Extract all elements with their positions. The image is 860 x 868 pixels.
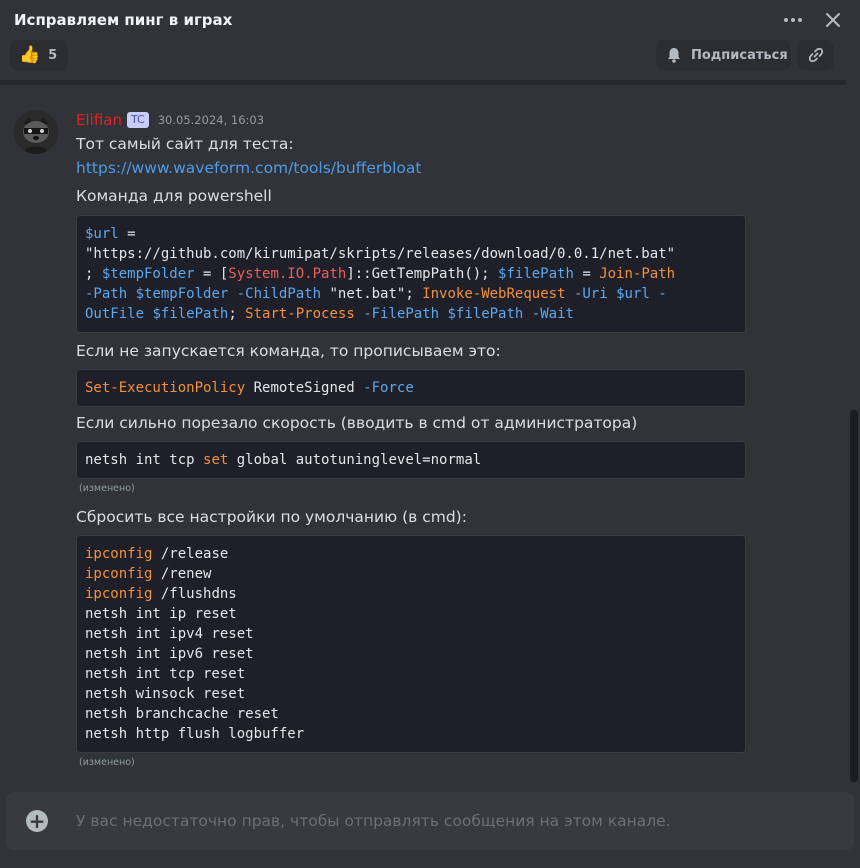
more-options-icon[interactable] — [780, 7, 806, 33]
code-block-powershell[interactable]: $url = "https://github.com/kirumipat/skr… — [76, 215, 746, 333]
close-icon[interactable] — [820, 7, 846, 33]
topic-creator-badge: TC — [126, 112, 149, 128]
author-name[interactable]: Elifian — [76, 111, 122, 129]
subscribe-label: Подписаться — [691, 47, 788, 63]
message-text: Команда для powershell — [76, 187, 272, 205]
add-attachment-icon[interactable]: + — [26, 810, 48, 832]
timestamp: 30.05.2024, 16:03 — [157, 113, 265, 127]
composer-placeholder: У вас недостаточно прав, чтобы отправлят… — [76, 812, 671, 830]
message-composer: + У вас недостаточно прав, чтобы отправл… — [6, 792, 854, 850]
copy-link-button[interactable] — [797, 40, 834, 70]
link-icon — [808, 47, 823, 63]
message-text: Сбросить все настройки по умолчанию (в c… — [76, 508, 467, 526]
subscribe-button[interactable]: Подписаться — [656, 40, 791, 70]
thread-toolbar: 👍 5 Подписаться — [0, 40, 860, 72]
avatar[interactable] — [14, 110, 58, 154]
scrollbar[interactable] — [850, 410, 858, 782]
message-link[interactable]: https://www.waveform.com/tools/bufferblo… — [76, 156, 746, 180]
code-block-reset[interactable]: ipconfig /release ipconfig /renew ipconf… — [76, 535, 746, 753]
reaction-thumbs-up[interactable]: 👍 5 — [10, 40, 68, 70]
edited-label: (изменено) — [79, 483, 135, 494]
edited-label: (изменено) — [79, 757, 135, 768]
thread-title: Исправляем пинг в играх — [14, 11, 233, 29]
code-block-tcp[interactable]: netsh int tcp set global autotuninglevel… — [76, 441, 746, 479]
thumbs-up-icon: 👍 — [19, 45, 41, 65]
message-text: Если не запускается команда, то прописыв… — [76, 342, 501, 360]
message-text: Если сильно порезало скорость (вводить в… — [76, 414, 638, 432]
bell-icon — [668, 48, 680, 63]
divider — [0, 80, 846, 85]
reaction-count: 5 — [48, 47, 58, 63]
thread-header: Исправляем пинг в играх — [0, 0, 860, 40]
message-text: Тот самый сайт для теста: — [76, 135, 294, 153]
code-block-policy[interactable]: Set-ExecutionPolicy RemoteSigned -Force — [76, 369, 746, 407]
